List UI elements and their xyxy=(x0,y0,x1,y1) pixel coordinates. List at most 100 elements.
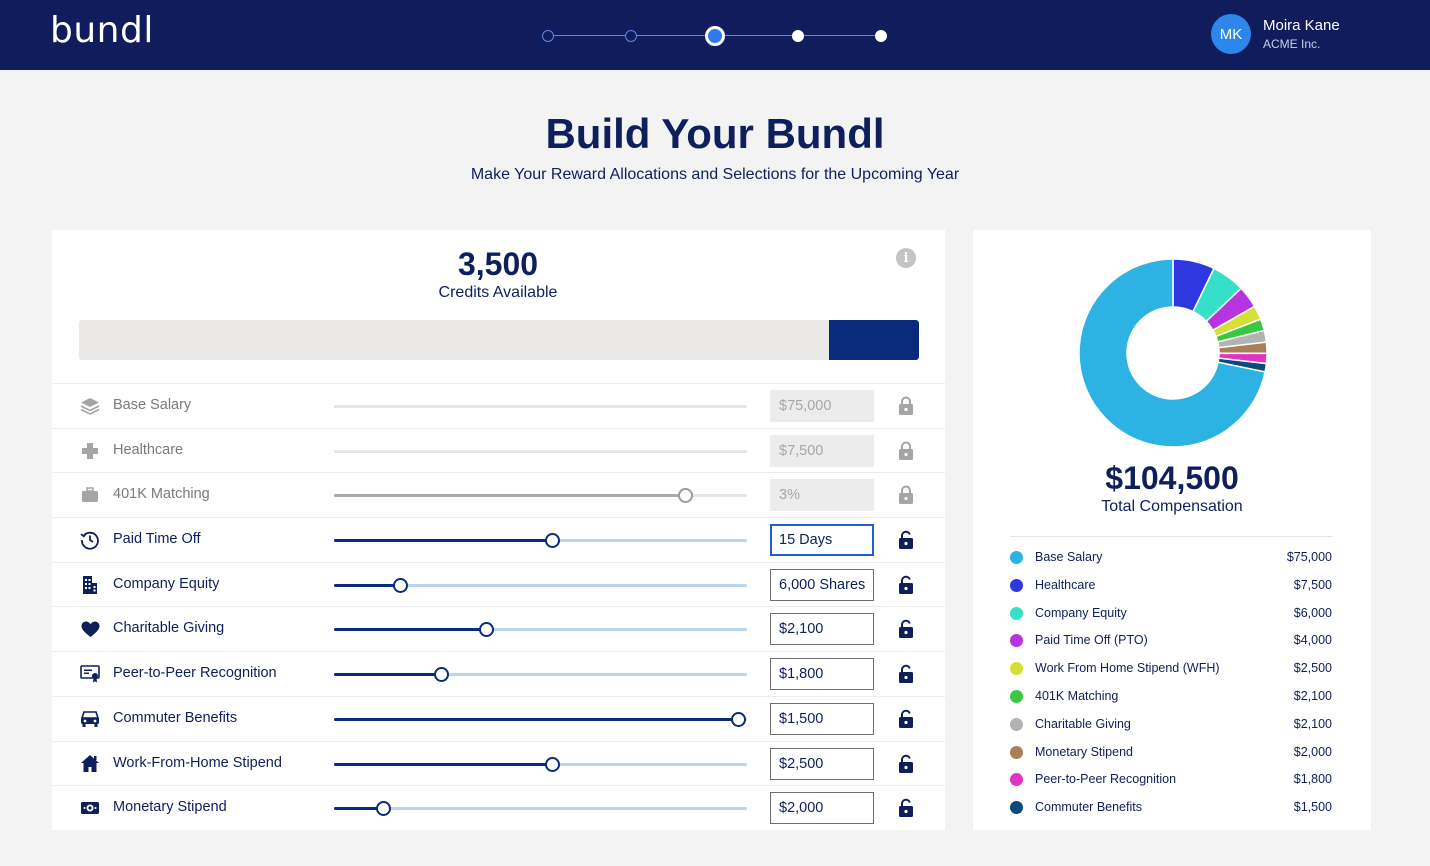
allocation-row-company-equity: Company Equity xyxy=(52,561,945,607)
lock-open-icon[interactable] xyxy=(898,798,914,818)
allocation-row-401k-matching: 401K Matching xyxy=(52,472,945,517)
legend-item: Work From Home Stipend (WFH) $2,500 xyxy=(1010,658,1332,686)
slider-thumb[interactable] xyxy=(545,533,561,549)
lock-open-icon[interactable] xyxy=(898,709,914,729)
allocation-value-input[interactable] xyxy=(770,747,874,780)
credits-value: 3,500 xyxy=(457,246,539,282)
slider-thumb[interactable] xyxy=(545,756,561,772)
info-icon[interactable]: i xyxy=(896,248,916,268)
step-2[interactable] xyxy=(625,30,637,42)
legend-amount: $7,500 xyxy=(1293,577,1332,592)
allocation-label: Healthcare xyxy=(113,441,184,458)
legend-label: Healthcare xyxy=(1035,577,1096,592)
slider-fill xyxy=(334,673,442,677)
allocation-label: Work-From-Home Stipend xyxy=(113,754,282,771)
legend-item: Commuter Benefits $1,500 xyxy=(1010,797,1332,825)
allocation-slider[interactable] xyxy=(334,801,747,817)
slider-thumb[interactable] xyxy=(731,711,747,727)
lock-open-icon[interactable] xyxy=(898,619,914,639)
allocation-slider[interactable] xyxy=(334,711,747,727)
legend-label: Company Equity xyxy=(1035,605,1127,620)
allocation-value-input[interactable] xyxy=(770,702,874,735)
legend-amount: $6,000 xyxy=(1293,605,1332,620)
allocation-label: Base Salary xyxy=(113,397,192,413)
legend-item: Charitable Giving $2,100 xyxy=(1010,714,1332,742)
legend-swatch xyxy=(1010,773,1023,787)
step-4[interactable] xyxy=(792,30,804,42)
slider-fill xyxy=(334,583,401,587)
legend-label: Work From Home Stipend (WFH) xyxy=(1035,661,1220,676)
step-3[interactable] xyxy=(705,26,725,46)
allocation-row-peer-to-peer-recognition: Peer-to-Peer Recognition xyxy=(52,651,945,696)
legend-amount: $2,500 xyxy=(1293,661,1332,676)
legend-item: Paid Time Off (PTO) $4,000 xyxy=(1010,630,1332,658)
allocation-value-input[interactable] xyxy=(770,434,874,467)
allocation-slider[interactable] xyxy=(334,756,747,772)
credits-summary: 3,500 Credits Available xyxy=(352,246,644,302)
credits-bar-fill xyxy=(829,320,919,360)
legend-label: Charitable Giving xyxy=(1035,716,1131,731)
step-5[interactable] xyxy=(875,30,887,42)
slider-thumb[interactable] xyxy=(479,622,495,638)
allocation-value-input[interactable] xyxy=(770,792,874,825)
legend-label: Commuter Benefits xyxy=(1035,800,1142,815)
lock-open-icon[interactable] xyxy=(898,575,914,595)
slider-fill xyxy=(334,494,686,498)
credits-bar xyxy=(79,320,919,360)
legend-swatch xyxy=(1010,634,1023,648)
allocation-slider xyxy=(334,449,747,453)
allocation-slider[interactable] xyxy=(334,667,747,683)
legend-amount: $1,500 xyxy=(1293,800,1332,815)
lock-closed-icon[interactable] xyxy=(898,485,914,505)
total-compensation-value: $104,500 xyxy=(1105,460,1239,496)
compensation-summary-panel: $104,500 Total Compensation Base Salary $… xyxy=(973,230,1371,830)
lock-closed-icon[interactable] xyxy=(898,441,914,461)
lock-open-icon[interactable] xyxy=(898,664,914,684)
building-icon xyxy=(80,575,100,595)
step-1[interactable] xyxy=(542,30,554,42)
allocation-panel: 3,500 Credits Available i Base Salary Hea… xyxy=(52,230,945,830)
allocation-row-work-from-home-stipend: Work-From-Home Stipend xyxy=(52,740,945,786)
legend-label: Monetary Stipend xyxy=(1035,744,1133,759)
allocation-list: Base Salary Healthcare 401K Matching Paid T… xyxy=(52,383,945,830)
legend-amount: $75,000 xyxy=(1286,550,1332,564)
car-icon xyxy=(80,709,100,729)
allocation-slider[interactable] xyxy=(334,622,747,638)
legend-item: Healthcare $7,500 xyxy=(1010,575,1332,603)
slider-thumb[interactable] xyxy=(433,667,449,683)
page-title: Build Your Bundl xyxy=(545,110,885,157)
legend-label: 401K Matching xyxy=(1035,688,1119,703)
legend-swatch xyxy=(1010,662,1023,676)
briefcase-icon xyxy=(80,485,100,505)
top-bar: bundl MK Moira Kane ACME Inc. xyxy=(0,0,1430,70)
legend-item: Monetary Stipend $2,000 xyxy=(1010,742,1332,770)
slider-thumb[interactable] xyxy=(392,577,408,593)
allocation-value-input[interactable] xyxy=(770,568,874,601)
allocation-value-input[interactable] xyxy=(770,390,874,422)
slider-thumb[interactable] xyxy=(376,801,392,817)
allocation-row-charitable-giving: Charitable Giving xyxy=(52,606,945,651)
allocation-value-input[interactable] xyxy=(770,524,874,557)
legend-divider xyxy=(1010,536,1332,537)
user-org: ACME Inc. xyxy=(1263,37,1321,51)
allocation-slider[interactable] xyxy=(334,533,747,549)
stepper-connector xyxy=(548,35,631,36)
user-name: Moira Kane xyxy=(1263,17,1340,34)
layers-icon xyxy=(80,396,100,416)
lock-closed-icon[interactable] xyxy=(898,396,914,416)
lock-open-icon[interactable] xyxy=(898,530,914,550)
allocation-value-input[interactable] xyxy=(770,613,874,646)
allocation-row-healthcare: Healthcare xyxy=(52,427,945,473)
bundl-logo[interactable]: bundl xyxy=(50,10,154,51)
lock-open-icon[interactable] xyxy=(898,754,914,774)
legend-amount: $2,100 xyxy=(1293,688,1332,703)
allocation-value-input[interactable] xyxy=(770,479,874,512)
avatar[interactable]: MK xyxy=(1211,14,1251,54)
legend-item: Company Equity $6,000 xyxy=(1010,603,1332,631)
allocation-label: Monetary Stipend xyxy=(113,799,227,816)
legend-swatch xyxy=(1010,551,1023,564)
stepper-connector xyxy=(798,35,881,36)
allocation-slider[interactable] xyxy=(334,577,747,593)
allocation-label: Charitable Giving xyxy=(113,620,225,637)
allocation-value-input[interactable] xyxy=(770,658,874,691)
